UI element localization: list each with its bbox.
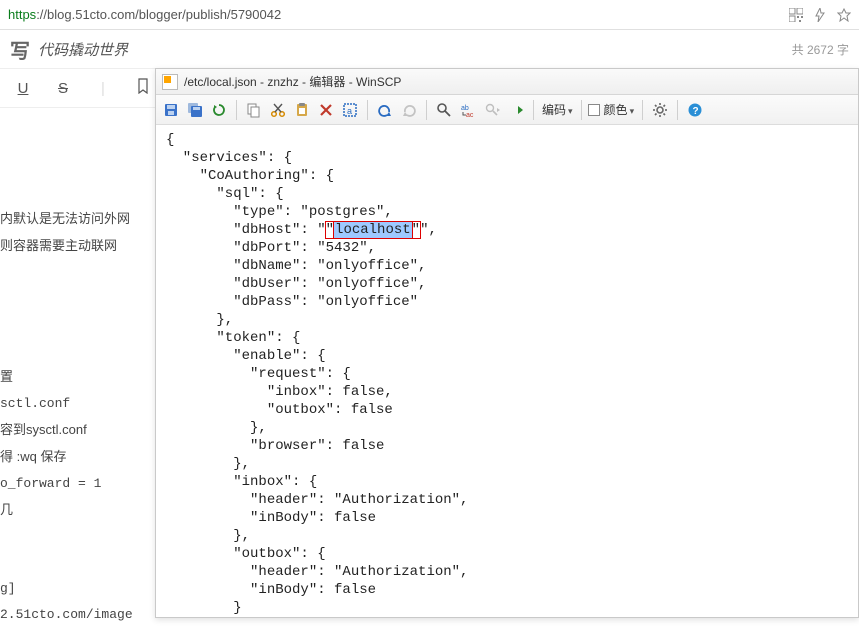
qr-icon[interactable] (787, 6, 805, 24)
color-dropdown[interactable]: 颜色 (602, 101, 637, 118)
browser-url-bar: https://blog.51cto.com/blogger/publish/5… (0, 0, 859, 30)
find-button[interactable] (433, 99, 455, 121)
cut-button[interactable] (267, 99, 289, 121)
star-icon[interactable] (835, 6, 853, 24)
logo-decor: 写 (10, 35, 30, 64)
url-rest: ://blog.51cto.com/blogger/publish/579004… (36, 7, 281, 22)
window-title: /etc/local.json - znzhz - 编辑器 - WinSCP (184, 73, 401, 90)
word-count: 共 2672 字 (792, 41, 849, 58)
toolbar-separator (367, 100, 368, 120)
code-content[interactable]: { "services": { "CoAuthoring": { "sql": … (156, 125, 858, 617)
bookmark-icon[interactable] (132, 78, 154, 98)
save-all-button[interactable] (184, 99, 206, 121)
toolbar-separator (642, 100, 643, 120)
help-button[interactable]: ? (684, 99, 706, 121)
replace-button[interactable]: abac (457, 99, 479, 121)
select-all-button[interactable]: a (339, 99, 361, 121)
toolbar-divider: | (92, 80, 114, 97)
window-titlebar[interactable]: /etc/local.json - znzhz - 编辑器 - WinSCP (156, 69, 858, 95)
strikethrough-button[interactable]: S (52, 80, 74, 97)
toolbar-separator (236, 100, 237, 120)
save-button[interactable] (160, 99, 182, 121)
winscp-toolbar: a abac 编码 颜色 ? (156, 95, 858, 125)
winscp-editor-window: /etc/local.json - znzhz - 编辑器 - WinSCP a (155, 68, 859, 618)
toolbar-separator (581, 100, 582, 120)
selected-text: localhost (334, 222, 412, 238)
document-icon (162, 74, 178, 90)
settings-button[interactable] (649, 99, 671, 121)
color-checkbox[interactable] (588, 104, 600, 116)
toolbar-separator (533, 100, 534, 120)
page-header: 写 代码撬动世界 共 2672 字 (0, 30, 859, 68)
toolbar-separator (426, 100, 427, 120)
find-next-button[interactable] (481, 99, 503, 121)
url-scheme: https (8, 7, 36, 22)
svg-text:?: ? (693, 106, 699, 117)
flash-icon[interactable] (811, 6, 829, 24)
url-field[interactable]: https://blog.51cto.com/blogger/publish/5… (6, 3, 781, 26)
undo-button[interactable] (374, 99, 396, 121)
toolbar-separator (677, 100, 678, 120)
paste-button[interactable] (291, 99, 313, 121)
svg-text:a: a (347, 106, 352, 116)
background-article-text: 内默认是无法访问外网 则容器需要主动联网 置 sctl.conf 容到sysct… (0, 180, 155, 628)
reload-button[interactable] (208, 99, 230, 121)
redo-button[interactable] (398, 99, 420, 121)
copy-button[interactable] (243, 99, 265, 121)
svg-text:ac: ac (466, 112, 474, 118)
goto-button[interactable] (505, 99, 527, 121)
delete-button[interactable] (315, 99, 337, 121)
svg-text:ab: ab (461, 105, 469, 112)
encoding-dropdown[interactable]: 编码 (540, 101, 575, 118)
underline-button[interactable]: U (12, 80, 34, 97)
site-tagline: 代码撬动世界 (38, 39, 128, 60)
